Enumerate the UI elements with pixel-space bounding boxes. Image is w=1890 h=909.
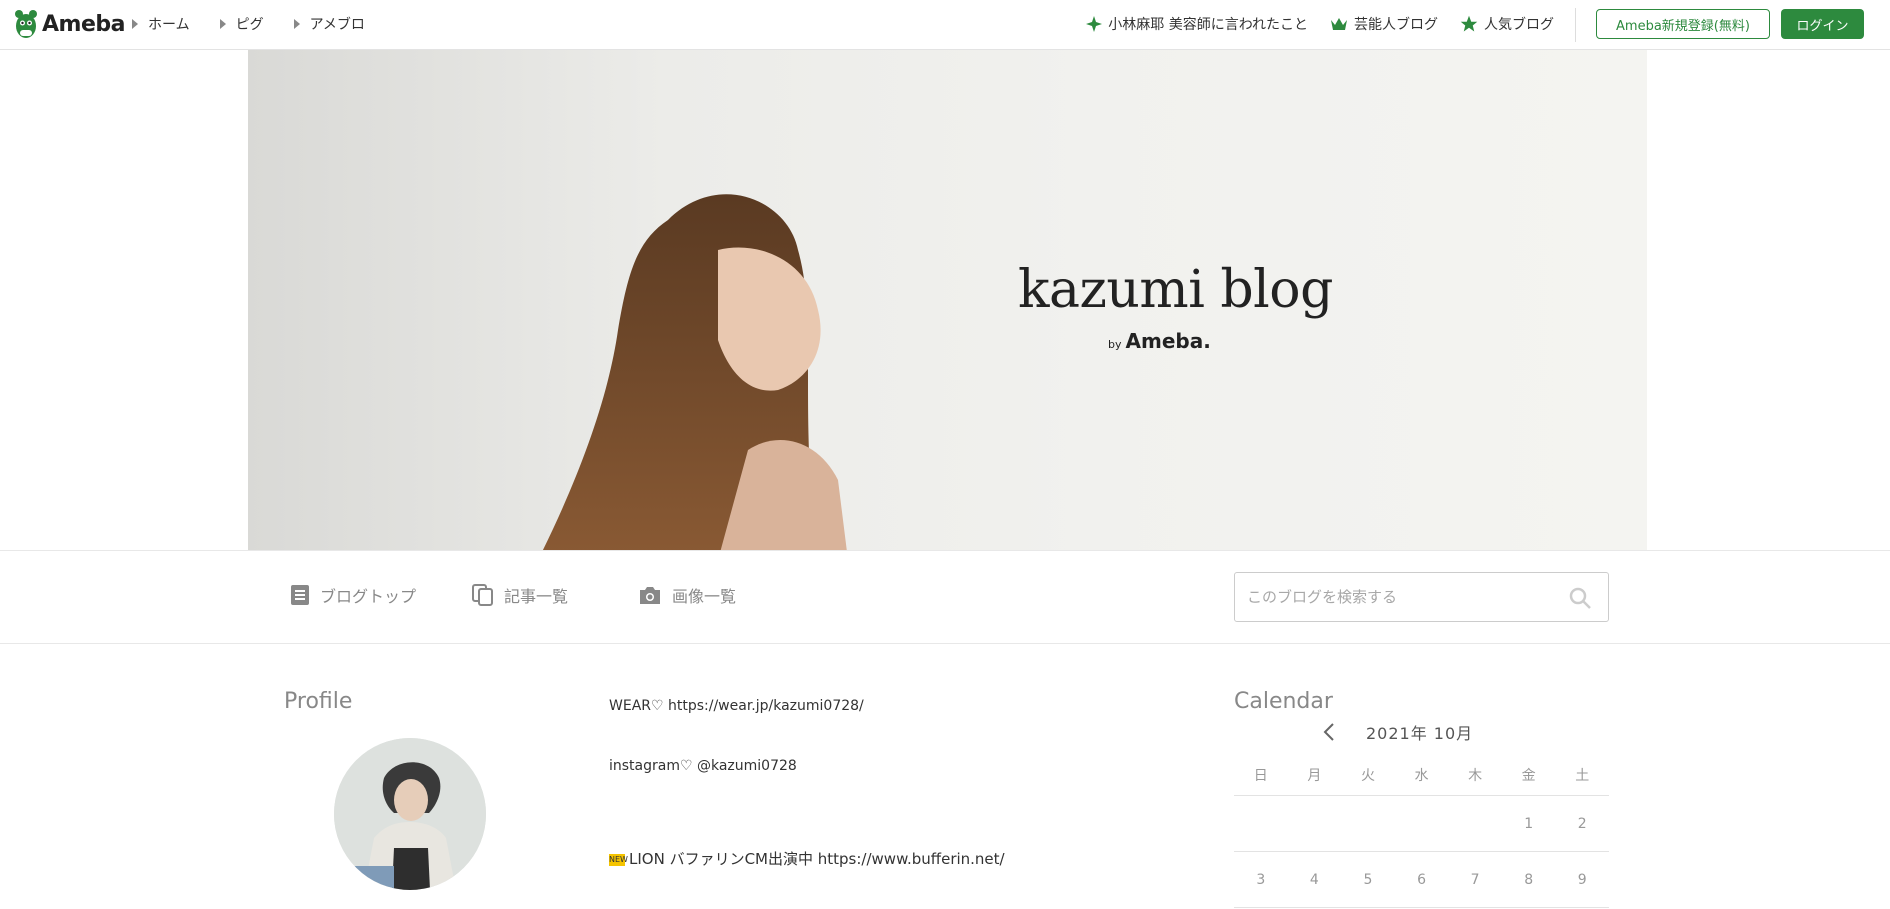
weekday: 火 xyxy=(1360,768,1375,784)
popular-blog-link[interactable]: 人気ブログ xyxy=(1460,14,1554,34)
crown-icon xyxy=(1331,18,1347,30)
byline-by: by xyxy=(1108,338,1122,351)
sparkle-icon xyxy=(1086,16,1103,32)
search-input[interactable] xyxy=(1235,573,1569,621)
calendar-day: 6 xyxy=(1417,871,1426,888)
new-badge-icon: NEW xyxy=(609,853,628,866)
top-bar: Ameba ホーム ピグ アメブロ 小林麻耶 美容師に言われたこと 芸能人ブログ… xyxy=(0,0,1890,50)
nav-ameblo[interactable]: アメブロ xyxy=(293,14,365,34)
bio-wear[interactable]: WEAR♡ https://wear.jp/kazumi0728/ xyxy=(609,698,864,714)
chevron-left-icon[interactable] xyxy=(1322,722,1336,742)
chevron-right-icon xyxy=(219,19,226,29)
calendar-week: 1 2 xyxy=(1234,796,1609,852)
calendar-weekdays: 日 月 火 水 木 金 土 xyxy=(1234,755,1609,796)
nav-ameblo-label: アメブロ xyxy=(309,17,365,33)
weekday: 月 xyxy=(1307,768,1322,784)
blog-title: kazumi blog xyxy=(1018,260,1333,320)
calendar-day: 2 xyxy=(1577,815,1587,832)
article-list-label: 記事一覧 xyxy=(504,587,569,606)
header-photo xyxy=(542,194,847,550)
weekday: 土 xyxy=(1575,768,1590,784)
weekday: 木 xyxy=(1468,768,1483,784)
bio-lion-text: LION バファリンCM出演中 https://www.bufferin.net… xyxy=(629,850,1005,868)
right-nav: 小林麻耶 美容師に言われたこと 芸能人ブログ 人気ブログ xyxy=(1064,0,1554,48)
nav-pigg[interactable]: ピグ xyxy=(219,14,264,34)
logo-text: Ameba xyxy=(42,11,125,37)
chevron-right-icon xyxy=(132,19,138,29)
camera-icon xyxy=(640,587,660,604)
calendar-day: 3 xyxy=(1256,871,1266,888)
copy-icon xyxy=(472,584,493,606)
popular-blog-label: 人気ブログ xyxy=(1484,17,1554,33)
calendar-day: 7 xyxy=(1470,871,1480,888)
calendar-nav: 2021年 10月 xyxy=(1322,720,1473,744)
article-list-link[interactable]: 記事一覧 xyxy=(472,583,568,607)
nav-home-label: ホーム xyxy=(148,17,190,33)
login-button[interactable]: ログイン xyxy=(1781,9,1864,39)
byline: by Ameba. xyxy=(1108,329,1211,353)
ameba-mascot-icon xyxy=(15,10,37,38)
calendar-day: 1 xyxy=(1524,815,1534,832)
document-icon xyxy=(291,585,309,605)
search-icon[interactable] xyxy=(1568,586,1592,610)
trending-link-label: 小林麻耶 美容師に言われたこと xyxy=(1108,17,1308,33)
nav-pigg-label: ピグ xyxy=(235,17,264,33)
calendar-day: 4 xyxy=(1309,871,1319,888)
chevron-right-icon xyxy=(293,19,300,29)
avatar-photo xyxy=(334,738,486,890)
celebrity-blog-link[interactable]: 芸能人ブログ xyxy=(1330,14,1438,34)
weekday: 金 xyxy=(1521,768,1536,784)
nav-home[interactable]: ホーム xyxy=(132,14,190,34)
avatar[interactable] xyxy=(334,738,486,890)
star-icon xyxy=(1460,15,1478,32)
calendar-heading: Calendar xyxy=(1234,689,1333,714)
calendar-week: 3 4 5 6 7 8 9 xyxy=(1234,852,1609,908)
ameba-logo[interactable]: Ameba xyxy=(14,6,125,42)
bio-lion[interactable]: NEWLION バファリンCM出演中 https://www.bufferin.… xyxy=(609,848,1005,869)
calendar-grid: 日 月 火 水 木 金 土 1 2 3 4 5 6 7 8 9 xyxy=(1234,755,1609,908)
blog-top-label: ブログトップ xyxy=(320,587,417,606)
blog-subnav: ブログトップ 記事一覧 画像一覧 xyxy=(0,550,1890,644)
calendar-month: 2021年 10月 xyxy=(1366,724,1474,743)
image-list-label: 画像一覧 xyxy=(672,587,737,606)
blog-top-link[interactable]: ブログトップ xyxy=(290,583,416,607)
trending-link[interactable]: 小林麻耶 美容師に言われたこと xyxy=(1086,14,1308,34)
divider xyxy=(1575,8,1576,42)
image-list-link[interactable]: 画像一覧 xyxy=(638,583,736,607)
main-nav: ホーム ピグ アメブロ xyxy=(132,0,395,48)
bio-instagram[interactable]: instagram♡ @kazumi0728 xyxy=(609,758,797,774)
calendar-day: 9 xyxy=(1577,871,1587,888)
weekday: 日 xyxy=(1253,768,1268,784)
calendar-day: 8 xyxy=(1524,871,1534,888)
register-button[interactable]: Ameba新規登録(無料) xyxy=(1596,9,1770,39)
profile-heading: Profile xyxy=(284,689,353,714)
weekday: 水 xyxy=(1414,768,1429,784)
celebrity-blog-label: 芸能人ブログ xyxy=(1354,17,1438,33)
blog-header-image[interactable]: kazumi blog by Ameba. xyxy=(248,50,1647,550)
calendar-day: 5 xyxy=(1363,871,1373,888)
byline-brand: Ameba. xyxy=(1125,329,1211,353)
blog-search xyxy=(1234,572,1609,622)
